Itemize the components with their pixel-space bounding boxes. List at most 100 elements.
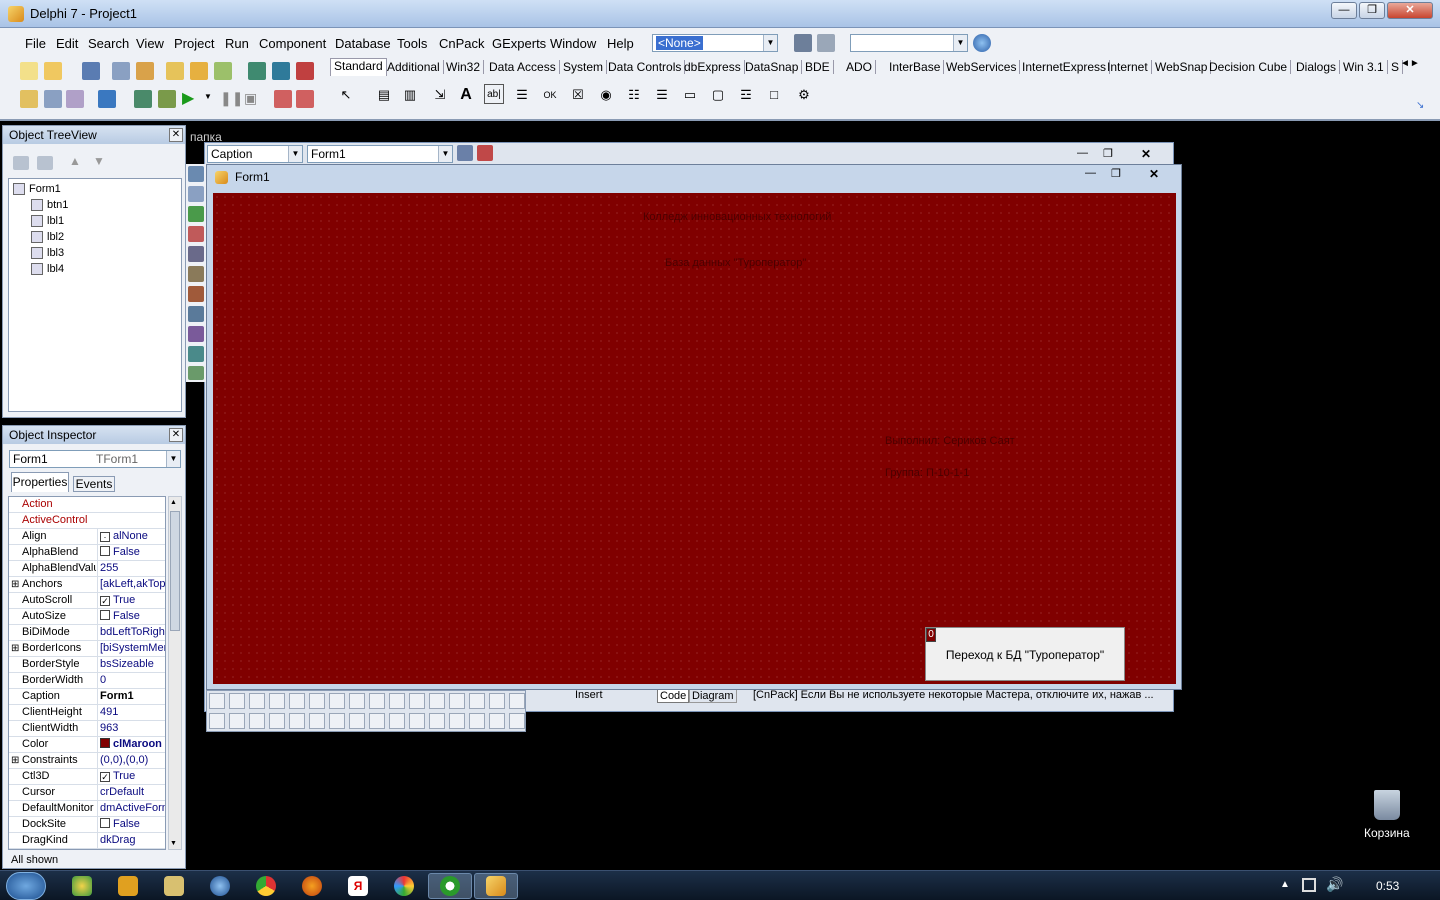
- close-icon[interactable]: ✕: [1149, 167, 1159, 181]
- trace-into-icon[interactable]: [274, 90, 292, 108]
- form-client-area[interactable]: Колледж инновационных технологий База да…: [213, 193, 1176, 684]
- user-icon[interactable]: [457, 145, 473, 161]
- checkbox-icon[interactable]: ✓: [100, 772, 110, 782]
- minimize-button[interactable]: —: [1331, 2, 1357, 19]
- expand-icon[interactable]: ⊞: [11, 641, 19, 656]
- palette-tab-data-controls[interactable]: Data Controls: [605, 60, 686, 74]
- palette-tab-decision-cube[interactable]: Decision Cube: [1206, 60, 1292, 74]
- property-value[interactable]: [akLeft,akTop: [97, 577, 165, 592]
- align-tool-icon[interactable]: [409, 713, 425, 729]
- align-tool-icon[interactable]: [489, 693, 505, 709]
- secondary-combo[interactable]: ▼: [850, 34, 968, 52]
- combobox-icon[interactable]: ☰: [652, 84, 672, 104]
- align-tool-icon[interactable]: [449, 693, 465, 709]
- palette-scroll-icon[interactable]: ◄►: [1400, 58, 1420, 69]
- step-over-icon[interactable]: [296, 90, 314, 108]
- arrow-up-icon[interactable]: ▲: [170, 499, 177, 506]
- align-tool-icon[interactable]: [209, 693, 225, 709]
- network-icon[interactable]: [1302, 878, 1316, 892]
- close-icon[interactable]: ✕: [169, 128, 183, 142]
- listbox-icon[interactable]: ☷: [624, 84, 644, 104]
- close-icon[interactable]: ✕: [1141, 147, 1151, 161]
- chevron-down-icon[interactable]: ▼: [438, 146, 452, 162]
- tool-icon[interactable]: [188, 326, 204, 342]
- player-icon[interactable]: [118, 876, 138, 896]
- property-row-clientwidth[interactable]: ClientWidth 963: [9, 721, 165, 737]
- object-selector[interactable]: Form1 TForm1 ▼: [9, 450, 181, 468]
- palette-tab-dialogs[interactable]: Dialogs: [1293, 60, 1341, 74]
- tool-icon[interactable]: [188, 266, 204, 282]
- property-value[interactable]: False: [97, 545, 165, 560]
- minimize-icon[interactable]: —: [1085, 167, 1096, 179]
- label-college[interactable]: Колледж инновационных технологий: [643, 211, 831, 223]
- align-tool-icon[interactable]: [429, 713, 445, 729]
- palette-tab-dbexpress[interactable]: dbExpress: [681, 60, 745, 74]
- align-tool-icon[interactable]: [309, 693, 325, 709]
- align-tool-icon[interactable]: [369, 693, 385, 709]
- globe-icon[interactable]: [973, 34, 991, 52]
- app-icon[interactable]: [394, 876, 414, 896]
- start-button[interactable]: [6, 872, 46, 900]
- property-row-activecontrol[interactable]: ActiveControl: [9, 513, 165, 529]
- recycle-bin-icon[interactable]: [1374, 790, 1400, 820]
- property-row-constraints[interactable]: ⊞ Constraints (0,0),(0,0): [9, 753, 165, 769]
- actionlist-icon[interactable]: ⚙: [794, 84, 814, 104]
- align-tool-icon[interactable]: [249, 713, 265, 729]
- tool-icon[interactable]: [188, 206, 204, 222]
- align-tool-icon[interactable]: [409, 693, 425, 709]
- property-value[interactable]: dmActiveForm: [97, 801, 165, 816]
- open-project-icon[interactable]: [794, 34, 812, 52]
- tool-icon[interactable]: [188, 286, 204, 302]
- menu-run[interactable]: Run: [225, 36, 249, 51]
- align-tool-icon[interactable]: [269, 713, 285, 729]
- yandex-icon[interactable]: Я: [348, 876, 368, 896]
- chevron-down-icon[interactable]: ▼: [204, 92, 212, 101]
- align-tool-icon[interactable]: [389, 713, 405, 729]
- chevron-down-icon[interactable]: ▼: [166, 451, 180, 467]
- palette-tab-data-access[interactable]: Data Access: [486, 60, 560, 74]
- palette-tab-interbase[interactable]: InterBase: [886, 60, 945, 74]
- chrome-icon[interactable]: [256, 876, 276, 896]
- align-tool-icon[interactable]: [389, 693, 405, 709]
- menu-gexperts[interactable]: GExperts: [492, 36, 546, 51]
- property-row-anchors[interactable]: ⊞ Anchors [akLeft,akTop: [9, 577, 165, 593]
- label-group[interactable]: Группа: П-10-1-1: [885, 467, 969, 479]
- ie-icon[interactable]: [210, 876, 230, 896]
- property-row-alphablendvalu[interactable]: AlphaBlendValu 255: [9, 561, 165, 577]
- tray-expand-icon[interactable]: ▲: [1280, 879, 1290, 890]
- property-row-bordericons[interactable]: ⊞ BorderIcons [biSystemMen: [9, 641, 165, 657]
- checkbox-icon[interactable]: ☒: [568, 84, 588, 104]
- arrow-down-icon[interactable]: ▼: [170, 840, 177, 847]
- property-value[interactable]: 255: [97, 561, 165, 576]
- menu-edit[interactable]: Edit: [56, 36, 78, 51]
- palette-tab-system[interactable]: System: [560, 60, 608, 74]
- menu-project[interactable]: Project: [174, 36, 214, 51]
- checkbox-icon[interactable]: [100, 546, 110, 556]
- edit-icon[interactable]: ab|: [484, 84, 504, 104]
- close-button[interactable]: ✕: [1387, 2, 1433, 19]
- property-value[interactable]: bdLeftToRigh: [97, 625, 165, 640]
- property-value[interactable]: False: [97, 609, 165, 624]
- align-tool-icon[interactable]: [349, 693, 365, 709]
- delete-item-icon[interactable]: [37, 156, 53, 170]
- property-value[interactable]: crDefault: [97, 785, 165, 800]
- palette-tab-additional[interactable]: Additional: [384, 60, 444, 74]
- maximize-button[interactable]: ❐: [1359, 2, 1385, 19]
- tool-icon[interactable]: [188, 246, 204, 262]
- property-value[interactable]: Form1: [97, 689, 165, 704]
- menu-cnpack[interactable]: CnPack: [439, 36, 485, 51]
- property-row-cursor[interactable]: Cursor crDefault: [9, 785, 165, 801]
- memo-icon[interactable]: ☰: [512, 84, 532, 104]
- goto-db-button[interactable]: 0 Переход к БД "Туроператор": [925, 627, 1125, 681]
- align-tool-icon[interactable]: [289, 693, 305, 709]
- minimize-icon[interactable]: —: [1077, 147, 1088, 159]
- property-row-autoscroll[interactable]: AutoScroll ✓ True: [9, 593, 165, 609]
- new-form-icon[interactable]: [98, 90, 116, 108]
- align-tool-icon[interactable]: [349, 713, 365, 729]
- debug-icon[interactable]: [158, 90, 176, 108]
- tree-node-component[interactable]: btn1: [31, 199, 68, 212]
- align-tool-icon[interactable]: [309, 713, 325, 729]
- property-row-clientheight[interactable]: ClientHeight 491: [9, 705, 165, 721]
- align-tool-icon[interactable]: [249, 693, 265, 709]
- close-project-icon[interactable]: [817, 34, 835, 52]
